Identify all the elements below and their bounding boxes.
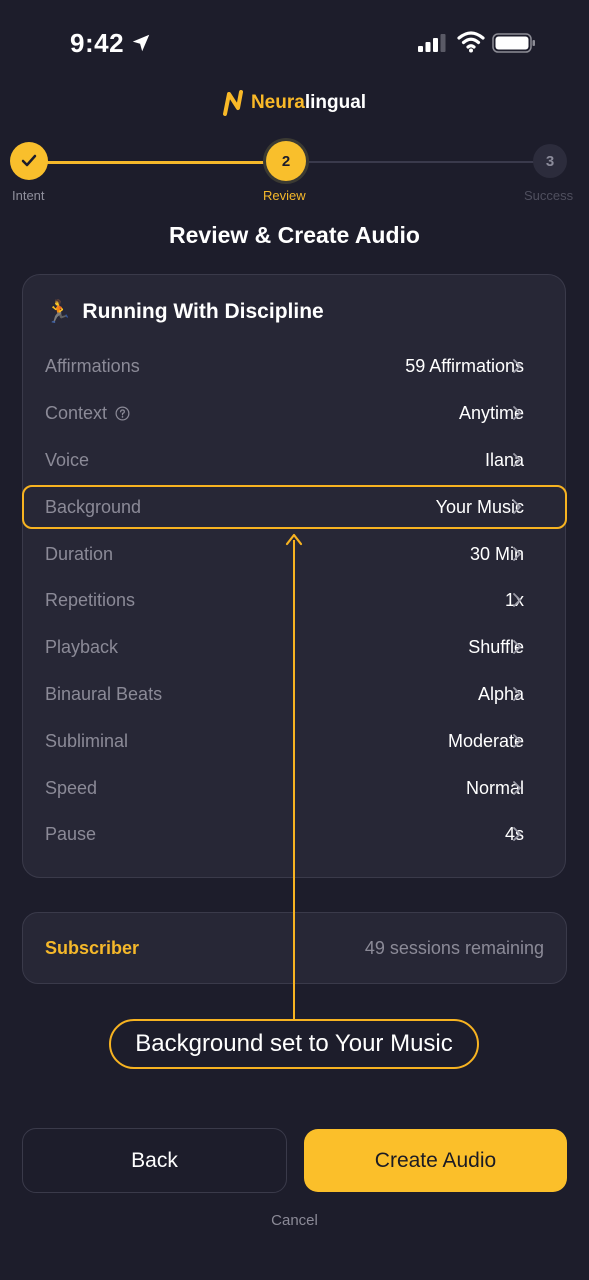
location-arrow-icon <box>132 34 150 52</box>
sessions-remaining: 49 sessions remaining <box>364 937 544 958</box>
annotation-callout: Background set to Your Music <box>109 1019 479 1069</box>
setting-row-affirmations[interactable]: Affirmations 59 Affirmations <box>22 346 566 386</box>
logo-mark-icon <box>222 90 243 116</box>
chevron-right-icon <box>513 547 522 561</box>
step-success-indicator: 3 <box>533 144 567 178</box>
background-row-highlight <box>22 485 567 529</box>
setting-label: Context <box>45 403 130 424</box>
chevron-right-icon <box>513 781 522 795</box>
setting-label: Subliminal <box>45 730 129 751</box>
setting-label: Voice <box>45 449 90 470</box>
logo-text: Neuralingual <box>250 92 367 113</box>
annotation-arrow-line <box>293 540 295 1020</box>
setting-row-voice[interactable]: Voice Ilana <box>22 440 566 480</box>
help-circle-icon[interactable] <box>115 406 130 421</box>
subscription-label: Subscriber <box>45 937 140 958</box>
setting-label: Playback <box>45 636 119 657</box>
chevron-right-icon <box>513 406 522 420</box>
runner-emoji-icon: 🏃 <box>45 299 73 324</box>
check-icon <box>21 154 37 167</box>
step-review-indicator: 2 <box>266 141 306 181</box>
status-time: 9:42 <box>70 28 125 58</box>
playlist-name: Running With Discipline <box>82 300 324 323</box>
card-title: 🏃 Running With Discipline <box>45 299 324 325</box>
stepper-progress-complete <box>30 161 286 164</box>
create-audio-button[interactable]: Create Audio <box>304 1129 567 1192</box>
setting-label: Repetitions <box>45 589 136 610</box>
chevron-right-icon <box>513 453 522 467</box>
signal-icon <box>418 34 446 52</box>
battery-icon <box>492 33 535 53</box>
step-success-label: Success <box>524 188 574 203</box>
chevron-right-icon <box>513 687 522 701</box>
back-button[interactable]: Back <box>22 1128 287 1193</box>
step-review-label: Review <box>263 188 306 203</box>
step-intent-label: Intent <box>12 188 45 203</box>
setting-label: Duration <box>45 543 114 564</box>
step-intent-indicator <box>10 142 48 180</box>
chevron-right-icon <box>513 734 522 748</box>
setting-label: Pause <box>45 823 97 844</box>
app-logo: Neuralingual <box>0 88 589 118</box>
setting-label: Binaural Beats <box>45 683 163 704</box>
setting-label: Affirmations <box>45 355 140 376</box>
setting-row-context[interactable]: Context Anytime <box>22 393 566 433</box>
chevron-right-icon <box>513 593 522 607</box>
wifi-icon <box>457 31 485 53</box>
cancel-link[interactable]: Cancel <box>0 1212 589 1229</box>
chevron-right-icon <box>513 640 522 654</box>
chevron-right-icon <box>513 359 522 373</box>
annotation-arrowhead-icon <box>285 533 303 546</box>
setting-label: Speed <box>45 777 98 798</box>
chevron-right-icon <box>513 827 522 841</box>
page-title: Review & Create Audio <box>169 222 420 248</box>
stepper-progress-remaining <box>286 161 550 163</box>
setting-value: 59 Affirmations <box>405 355 524 376</box>
